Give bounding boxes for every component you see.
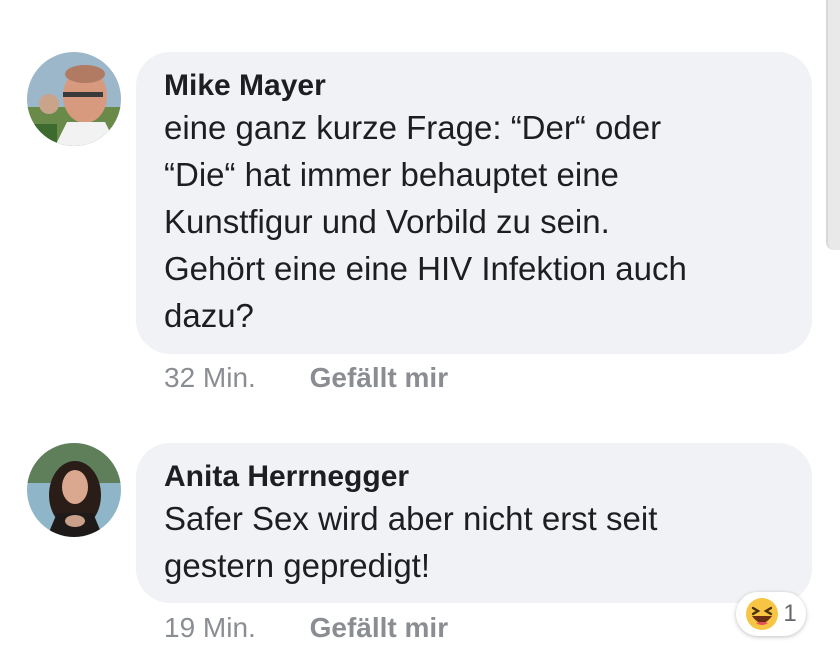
comment-text-line: gestern gepredigt! — [164, 547, 431, 584]
comment-text-line: Safer Sex wird aber nicht erst seit — [164, 500, 658, 537]
comment-text: Safer Sex wird aber nicht erst seit gest… — [164, 495, 784, 589]
scrollbar[interactable] — [826, 0, 840, 250]
reaction-badge[interactable]: 1 — [736, 592, 806, 636]
laughing-emoji-icon — [746, 598, 779, 630]
comment-bubble: Anita Herrnegger Safer Sex wird aber nic… — [136, 443, 812, 603]
comment-timestamp[interactable]: 32 Min. — [164, 362, 256, 393]
like-button[interactable]: Gefällt mir — [310, 612, 448, 643]
comment-author[interactable]: Anita Herrnegger — [164, 459, 784, 495]
comment-text-line: eine ganz kurze Frage: “Der“ oder — [164, 109, 662, 146]
comment-meta: 19 Min. Gefällt mir — [164, 612, 448, 644]
comment-meta: 32 Min. Gefällt mir — [164, 362, 448, 394]
like-button[interactable]: Gefällt mir — [310, 362, 448, 393]
comment-author[interactable]: Mike Mayer — [164, 68, 784, 104]
comment-text: eine ganz kurze Frage: “Der“ oder “Die“ … — [164, 104, 784, 339]
avatar[interactable] — [27, 443, 121, 537]
comment-bubble: Mike Mayer eine ganz kurze Frage: “Der“ … — [136, 52, 812, 354]
comment-text-line: Gehört eine eine HIV Infektion auch — [164, 250, 687, 287]
reaction-count: 1 — [783, 600, 797, 627]
comment-timestamp[interactable]: 19 Min. — [164, 612, 256, 643]
avatar[interactable] — [27, 52, 121, 146]
comment-text-line: “Die“ hat immer behauptet eine — [164, 156, 619, 193]
comment-text-line: Kunstfigur und Vorbild zu sein. — [164, 203, 610, 240]
comment-text-line: dazu? — [164, 297, 254, 334]
